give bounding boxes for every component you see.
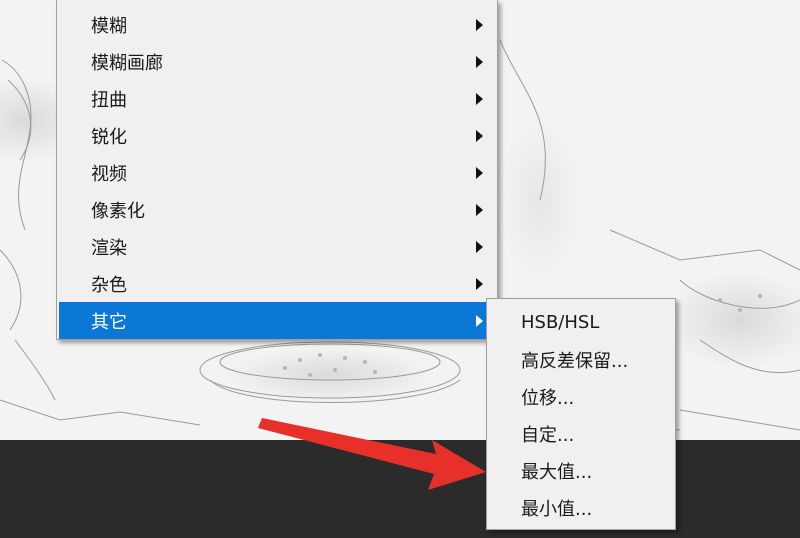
menu-item-label: 锐化 <box>91 126 127 148</box>
menu-item-sharpen[interactable]: 锐化 <box>59 117 495 154</box>
submenu-arrow-icon <box>476 129 483 142</box>
submenu-arrow-icon <box>476 92 483 105</box>
menu-item-label: 像素化 <box>91 200 145 222</box>
menu-item-other[interactable]: 其它 <box>59 302 495 339</box>
other-submenu: HSB/HSL 高反差保留... 位移... 自定... 最大值... 最小值.… <box>486 298 676 530</box>
submenu-arrow-icon <box>476 55 483 68</box>
submenu-item-offset[interactable]: 位移... <box>489 378 673 415</box>
menu-item-noise[interactable]: 杂色 <box>59 265 495 302</box>
submenu-item-label: 最大值... <box>521 461 593 483</box>
submenu-item-label: HSB/HSL <box>521 312 600 333</box>
submenu-arrow-icon <box>476 314 483 327</box>
menu-item-blur-gallery[interactable]: 模糊画廊 <box>59 43 495 80</box>
menu-item-label: 模糊画廊 <box>91 52 163 74</box>
menu-item-label: 渲染 <box>91 237 127 259</box>
menu-item-label: 杂色 <box>91 274 127 296</box>
submenu-arrow-icon <box>476 277 483 290</box>
submenu-item-label: 自定... <box>521 424 575 446</box>
submenu-item-label: 高反差保留... <box>521 350 629 372</box>
submenu-item-label: 位移... <box>521 387 575 409</box>
submenu-item-hsb-hsl[interactable]: HSB/HSL <box>489 304 673 341</box>
submenu-item-label: 最小值... <box>521 498 593 520</box>
menu-item-render[interactable]: 渲染 <box>59 228 495 265</box>
menu-item-distort[interactable]: 扭曲 <box>59 80 495 117</box>
menu-item-video[interactable]: 视频 <box>59 154 495 191</box>
menu-item-pixelate[interactable]: 像素化 <box>59 191 495 228</box>
workspace-background <box>0 440 800 538</box>
submenu-arrow-icon <box>476 240 483 253</box>
submenu-item-high-pass[interactable]: 高反差保留... <box>489 341 673 378</box>
menu-item-label: 模糊 <box>91 15 127 37</box>
menu-item-blur[interactable]: 模糊 <box>59 6 495 43</box>
menu-item-label: 视频 <box>91 163 127 185</box>
menu-item-label: 其它 <box>91 311 127 333</box>
submenu-arrow-icon <box>476 18 483 31</box>
submenu-item-maximum[interactable]: 最大值... <box>489 452 673 489</box>
filter-menu: 模糊 模糊画廊 扭曲 锐化 视频 像素化 渲染 杂色 其它 <box>56 0 498 340</box>
menu-item-label: 扭曲 <box>91 89 127 111</box>
submenu-item-minimum[interactable]: 最小值... <box>489 489 673 526</box>
submenu-arrow-icon <box>476 203 483 216</box>
submenu-item-custom[interactable]: 自定... <box>489 415 673 452</box>
submenu-arrow-icon <box>476 166 483 179</box>
